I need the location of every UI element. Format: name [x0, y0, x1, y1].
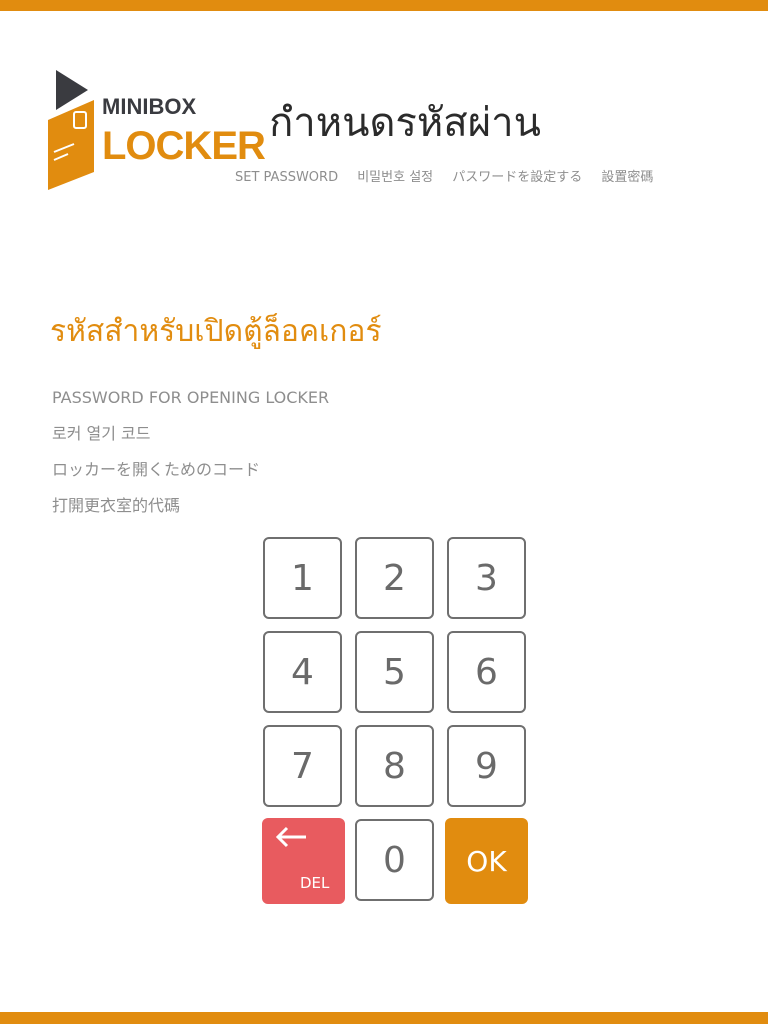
top-accent-bar — [0, 0, 768, 11]
description-english: PASSWORD FOR OPENING LOCKER — [52, 388, 330, 407]
description-japanese: ロッカーを開くためのコード — [52, 460, 261, 479]
key-6[interactable]: 6 — [447, 631, 526, 713]
key-4[interactable]: 4 — [263, 631, 342, 713]
subtitle-korean: 비밀번호 설정 — [357, 170, 434, 185]
delete-button[interactable]: DEL — [262, 818, 345, 904]
bottom-accent-bar — [0, 1012, 768, 1024]
key-8[interactable]: 8 — [355, 725, 434, 807]
section-heading: รหัสสำหรับเปิดตู้ล็อคเกอร์ — [50, 314, 382, 349]
locker-logo-icon — [48, 70, 94, 190]
title-translations: SET PASSWORD 비밀번호 설정 パスワードを設定する 設置密碼 — [235, 166, 668, 188]
subtitle-chinese: 設置密碼 — [601, 170, 654, 185]
logo-text-locker: LOCKER — [102, 124, 266, 168]
description-chinese: 打開更衣室的代碼 — [52, 496, 181, 515]
key-9[interactable]: 9 — [447, 725, 526, 807]
ok-button[interactable]: OK — [445, 818, 528, 904]
key-1[interactable]: 1 — [263, 537, 342, 619]
key-3[interactable]: 3 — [447, 537, 526, 619]
key-2[interactable]: 2 — [355, 537, 434, 619]
page-title: กำหนดรหัสผ่าน — [269, 100, 541, 146]
subtitle-japanese: パスワードを設定する — [452, 170, 583, 185]
logo-text-minibox: MINIBOX — [102, 94, 197, 119]
description-korean: 로커 열기 코드 — [52, 424, 151, 443]
key-7[interactable]: 7 — [263, 725, 342, 807]
arrow-left-icon — [275, 826, 306, 848]
key-0[interactable]: 0 — [355, 819, 434, 901]
minibox-locker-logo: MINIBOX LOCKER — [44, 68, 266, 192]
subtitle-english: SET PASSWORD — [235, 170, 339, 185]
delete-label: DEL — [300, 874, 330, 892]
key-5[interactable]: 5 — [355, 631, 434, 713]
